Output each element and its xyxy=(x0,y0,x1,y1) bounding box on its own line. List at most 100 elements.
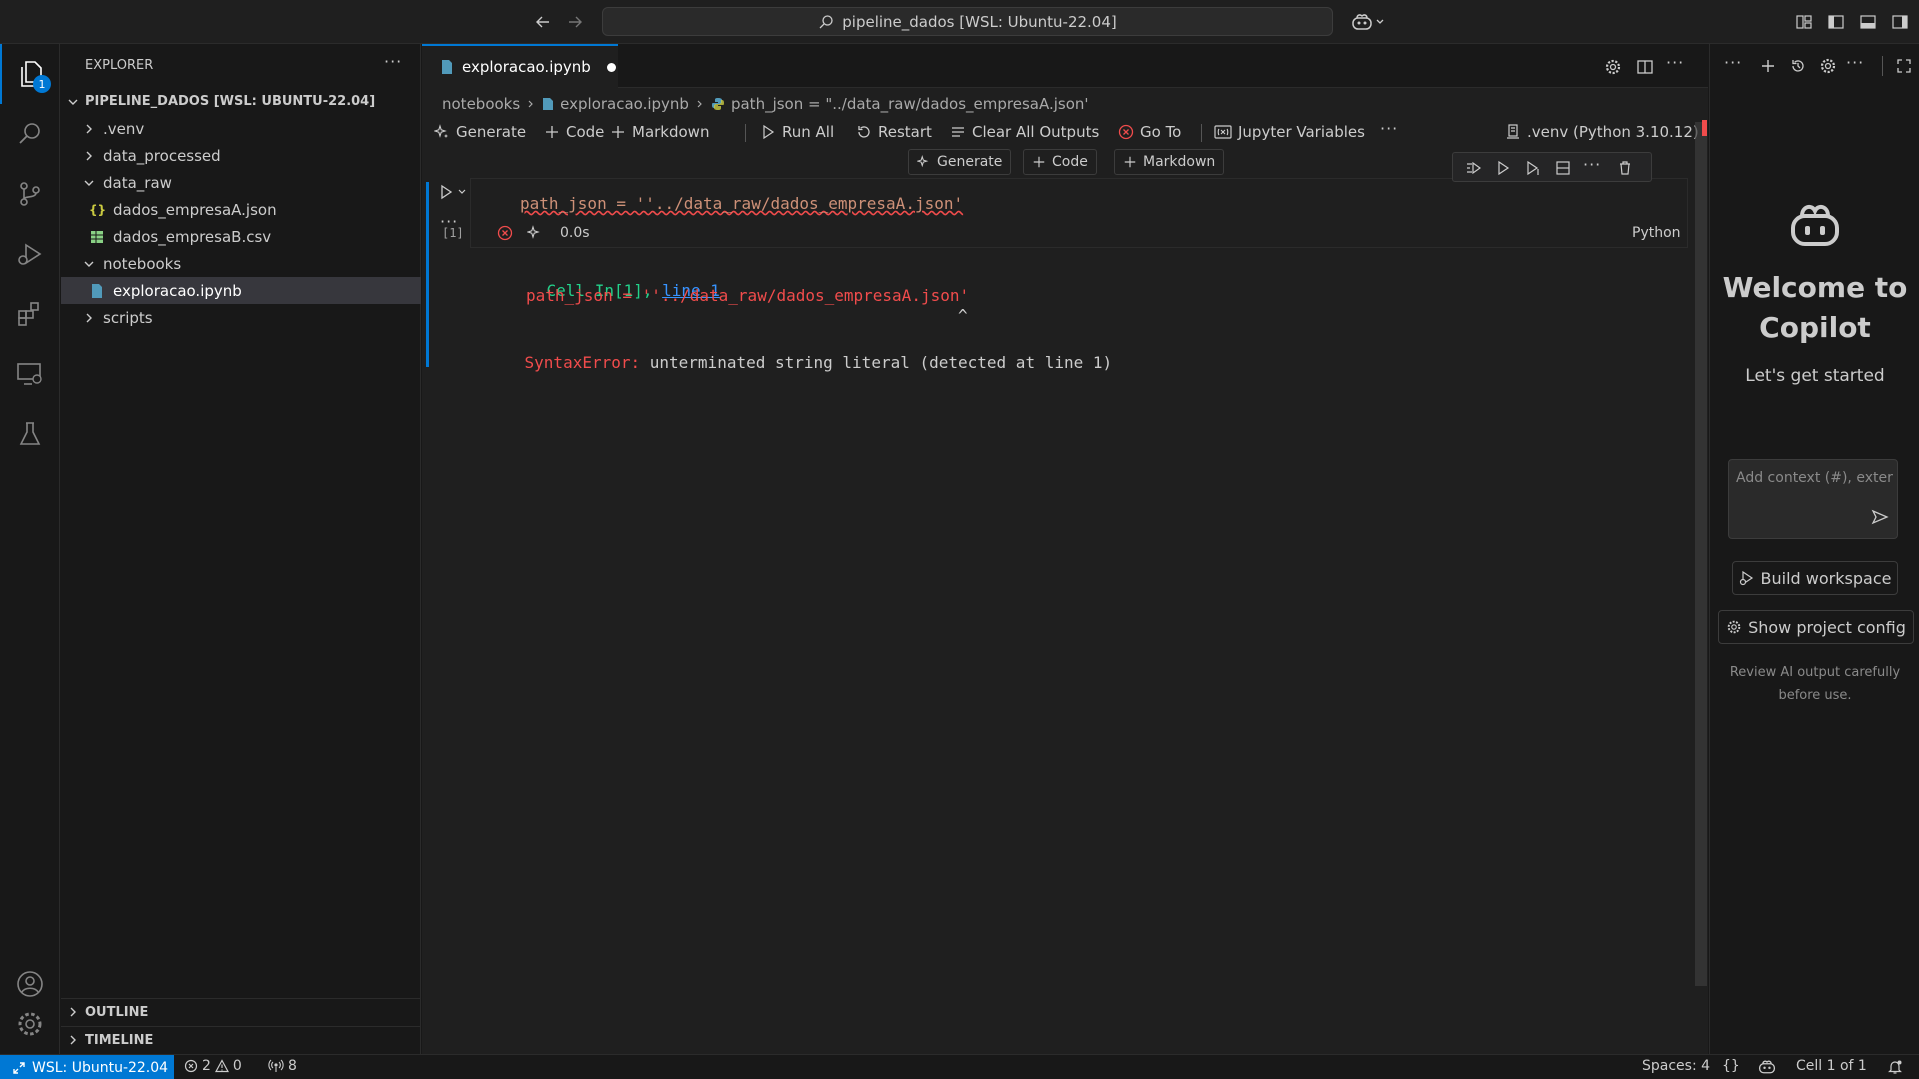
run-cell-icon[interactable] xyxy=(436,182,456,202)
generate-label: Generate xyxy=(456,123,527,141)
search-activity[interactable] xyxy=(0,104,60,164)
tree-folder-data-processed[interactable]: data_processed xyxy=(61,142,421,169)
source-control-activity[interactable] xyxy=(0,164,60,224)
outline-section[interactable]: OUTLINE xyxy=(61,998,421,1025)
copilot-menu-button[interactable] xyxy=(1348,10,1388,34)
chevron-right-icon xyxy=(70,1035,76,1045)
clear-all-outputs-button[interactable]: Clear All Outputs xyxy=(950,120,1099,144)
run-debug-activity[interactable] xyxy=(0,224,60,284)
go-to-button[interactable]: Go To xyxy=(1118,120,1181,144)
send-icon[interactable] xyxy=(1869,506,1891,528)
output-error: SyntaxError: unterminated string literal… xyxy=(486,334,1113,391)
remote-indicator[interactable]: WSL: Ubuntu-22.04 xyxy=(0,1055,174,1079)
trash-icon[interactable] xyxy=(1615,158,1635,178)
problems-indicator[interactable]: 2 0 xyxy=(184,1058,242,1074)
manage-activity[interactable] xyxy=(0,994,60,1054)
run-cell-icon[interactable] xyxy=(1493,158,1513,178)
run-debug-icon xyxy=(18,243,42,265)
breadcrumb-folder[interactable]: notebooks xyxy=(442,95,520,113)
new-chat-icon[interactable] xyxy=(1757,55,1779,77)
insert-code-button[interactable]: Code xyxy=(1023,149,1097,175)
tree-folder-scripts[interactable]: scripts xyxy=(61,304,421,331)
tree-file-json[interactable]: {} dados_empresaA.json xyxy=(61,196,421,223)
restart-label: Restart xyxy=(878,123,932,141)
plus-icon xyxy=(1033,156,1045,168)
tree-item-label: dados_empresaA.json xyxy=(113,200,277,219)
toggle-primary-sidebar-icon[interactable] xyxy=(1825,11,1847,33)
timeline-section[interactable]: TIMELINE xyxy=(61,1026,421,1053)
copilot-panel: ··· ··· Welcome to Copilot Let's get sta… xyxy=(1709,44,1919,1054)
add-markdown-button[interactable]: Markdown xyxy=(610,120,709,144)
code-cell[interactable] xyxy=(470,178,1688,248)
toggle-secondary-sidebar-icon[interactable] xyxy=(1889,11,1911,33)
run-above-icon[interactable] xyxy=(1463,158,1483,178)
explorer-title: EXPLORER xyxy=(85,58,154,73)
cell-language[interactable]: Python xyxy=(1632,225,1681,241)
sparkle-icon[interactable] xyxy=(526,224,544,242)
run-all-button[interactable]: Run All xyxy=(760,120,834,144)
indentation-indicator[interactable]: Spaces: 4 xyxy=(1642,1058,1710,1074)
split-editor-icon[interactable] xyxy=(1634,56,1656,78)
customize-layout-icon[interactable] xyxy=(1793,11,1815,33)
extensions-activity[interactable] xyxy=(0,284,60,344)
tree-item-label: scripts xyxy=(103,308,153,327)
insert-generate-button[interactable]: Generate xyxy=(908,149,1012,175)
tab-exploracao[interactable]: exploracao.ipynb xyxy=(422,44,618,88)
add-code-button[interactable]: Code xyxy=(544,120,604,144)
breadcrumb-file[interactable]: exploracao.ipynb xyxy=(560,95,689,113)
testing-activity[interactable] xyxy=(0,404,60,464)
unsaved-dot-icon[interactable] xyxy=(606,62,616,72)
restart-button[interactable]: Restart xyxy=(856,120,932,144)
ports-count: 8 xyxy=(288,1058,297,1074)
back-arrow-icon[interactable] xyxy=(532,11,554,33)
insert-markdown-button[interactable]: Markdown xyxy=(1114,149,1225,175)
notebook-file-icon xyxy=(442,60,452,74)
copilot-status-icon[interactable] xyxy=(1756,1057,1778,1077)
cell-more-icon[interactable]: ··· xyxy=(1583,155,1601,174)
output-more-icon[interactable]: ··· xyxy=(440,212,458,231)
show-project-config-button[interactable]: Show project config xyxy=(1718,610,1914,644)
more-actions-icon[interactable]: ··· xyxy=(1666,53,1684,72)
remote-explorer-activity[interactable] xyxy=(0,344,60,404)
chevron-down-icon[interactable] xyxy=(456,186,468,198)
tree-file-csv[interactable]: dados_empresaB.csv xyxy=(61,223,421,250)
toolbar-more-icon[interactable]: ··· xyxy=(1380,119,1398,138)
kernel-picker[interactable]: .venv (Python 3.10.12) xyxy=(1505,120,1699,144)
tree-folder-data-raw[interactable]: data_raw xyxy=(61,169,421,196)
split-cell-icon[interactable] xyxy=(1553,158,1573,178)
copilot-welcome-title: Welcome to Copilot xyxy=(1722,271,1908,344)
history-icon[interactable] xyxy=(1787,55,1809,77)
chevron-right-icon xyxy=(86,124,92,133)
gear-icon[interactable] xyxy=(1817,55,1839,77)
tree-item-label: data_processed xyxy=(103,146,221,165)
code-label: Code xyxy=(566,123,605,141)
tree-item-label: .venv xyxy=(103,119,145,138)
ports-indicator[interactable]: 8 xyxy=(268,1058,297,1074)
copilot-more-icon[interactable]: ··· xyxy=(1846,53,1864,72)
toggle-panel-icon[interactable] xyxy=(1857,11,1879,33)
command-center-search[interactable]: pipeline_dados [WSL: Ubuntu-22.04] xyxy=(602,7,1333,36)
forward-arrow-icon[interactable] xyxy=(564,11,586,33)
run-below-icon[interactable] xyxy=(1523,158,1543,178)
panel-more-icon[interactable]: ··· xyxy=(1724,53,1742,72)
workspace-root[interactable]: PIPELINE_DADOS [WSL: UBUNTU-22.04] xyxy=(61,88,421,115)
chevron-down-icon xyxy=(68,99,78,105)
explorer-activity[interactable]: 1 xyxy=(0,44,60,104)
build-workspace-button[interactable]: Build workspace xyxy=(1732,561,1898,595)
tree-folder-venv[interactable]: .venv xyxy=(61,115,421,142)
notifications-bell-icon[interactable] xyxy=(1884,1057,1906,1077)
breadcrumb-symbol[interactable]: path_json = "../data_raw/dados_empresaA.… xyxy=(731,95,1089,113)
tree-folder-notebooks[interactable]: notebooks xyxy=(61,250,421,277)
chat-input[interactable]: Add context (#), exter xyxy=(1728,459,1898,539)
language-braces-indicator[interactable]: {} xyxy=(1722,1058,1740,1074)
editor-scrollbar[interactable] xyxy=(1695,122,1707,986)
tree-file-notebook[interactable]: exploracao.ipynb xyxy=(61,277,421,304)
go-to-label: Go To xyxy=(1140,123,1182,141)
gear-icon[interactable] xyxy=(1602,56,1624,78)
cell-code-line[interactable]: path_json = ''../data_raw/dados_empresaA… xyxy=(520,194,963,213)
generate-button[interactable]: Generate xyxy=(434,120,526,144)
cell-position-indicator[interactable]: Cell 1 of 1 xyxy=(1796,1058,1867,1074)
maximize-icon[interactable] xyxy=(1893,55,1915,77)
explorer-more-icon[interactable]: ··· xyxy=(384,52,402,71)
jupyter-variables-button[interactable]: Jupyter Variables xyxy=(1214,120,1365,144)
